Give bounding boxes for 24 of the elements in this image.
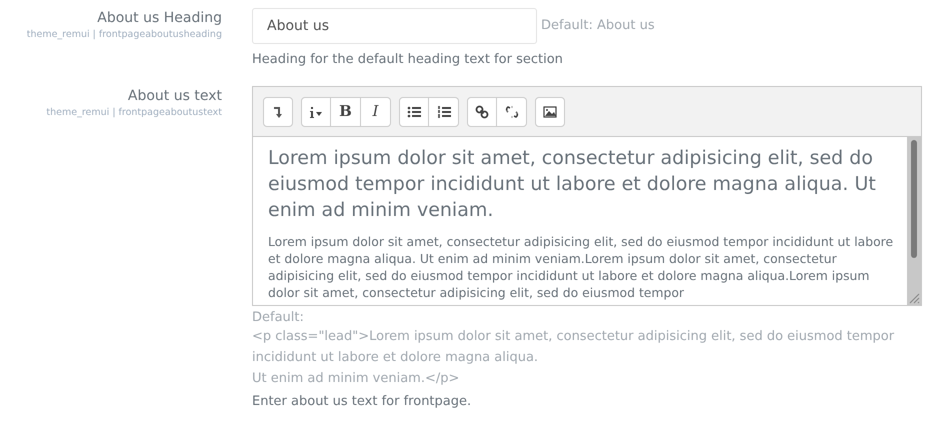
default-value: Default: About us [541,17,655,36]
setting-label: About us text [128,87,222,106]
setting-key: theme_remui | frontpageaboutusheading [26,28,222,42]
collapse-arrow-icon[interactable] [271,104,285,118]
image-icon[interactable] [543,104,557,118]
scrollbar[interactable] [907,137,921,305]
default-value: <p class="lead">Lorem ipsum dolor sit amet, consectetur adipisicing elit, sed do eiusmod tempor incididunt ut labore et dolore magna aliqua. Ut enim ad minim veniam.</p> [252,328,896,388]
body-paragraph: Lorem ipsum dolor sit amet, consectetur adipisicing elit, sed do eiusmod tempor incididunt ut labore et dolore magna aliqua. Ut enim ad minim veniam.Lorem ipsum dolor sit amet, consectetur adipisicing elit, sed do eiusmod tempor incididunt ut labore et dolore magna aliqua.Lorem ipsum dolor sit amet, consectetur adipisicing elit, sed do eiusmod tempor [268,233,894,301]
link-icon[interactable] [475,104,489,118]
setting-key: theme_remui | frontpageaboutustext [46,106,222,120]
text-input-field[interactable]: About us [252,8,537,44]
setting-description: Heading for the default heading text for section [252,51,564,69]
lead-paragraph: Lorem ipsum dolor sit amet, consectetur adipisicing elit, sed do eiusmod tempor incididunt ut labore et dolore magna aliqua. Ut enim ad minim veniam. [268,146,877,223]
setting-description: Enter about us text for frontpage. [252,393,472,411]
resize-grip-icon[interactable] [908,292,920,304]
format-button[interactable]: I [361,96,391,126]
scrollbar-thumb[interactable] [911,140,917,258]
bullet-list-icon[interactable] [407,104,421,118]
style-dropdown-icon[interactable] [309,104,323,118]
default-label: Default: [252,309,305,326]
broken-link-icon[interactable] [504,104,518,118]
format-button[interactable]: B [331,96,361,126]
setting-label: About us Heading [97,9,222,28]
numbered-list-icon[interactable] [436,104,450,118]
